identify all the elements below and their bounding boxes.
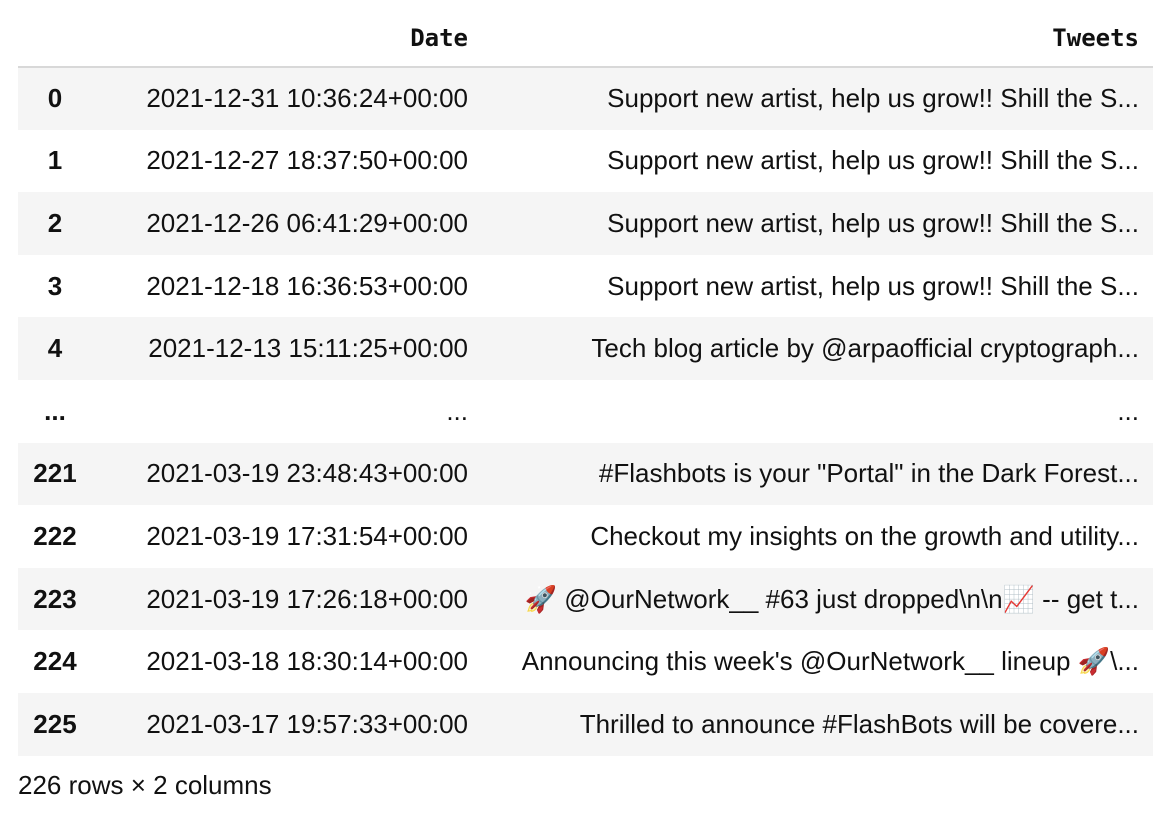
index-header (18, 10, 92, 68)
row-index: 223 (33, 583, 77, 614)
tweet-cell: Support new artist, help us grow!! Shill… (607, 207, 1139, 238)
header-row: Date Tweets (18, 10, 1153, 68)
table-shape-summary: 226 rows × 2 columns (18, 770, 272, 800)
date-cell: ... (446, 395, 468, 426)
table-row: 1 2021-12-27 18:37:50+00:00 Support new … (18, 130, 1153, 193)
tweet-cell: Support new artist, help us grow!! Shill… (607, 145, 1139, 176)
row-index: 222 (33, 520, 77, 551)
date-cell: 2021-12-18 16:36:53+00:00 (146, 270, 468, 301)
tweet-cell: Support new artist, help us grow!! Shill… (607, 270, 1139, 301)
tweet-cell: Support new artist, help us grow!! Shill… (607, 83, 1139, 114)
row-index: 0 (47, 83, 63, 114)
tweet-cell: Thrilled to announce #FlashBots will be … (579, 708, 1139, 739)
tweet-cell: ... (1117, 395, 1139, 426)
ellipsis-row: ... ... ... (18, 380, 1153, 443)
date-cell: 2021-12-31 10:36:24+00:00 (146, 83, 468, 114)
date-cell: 2021-03-17 19:57:33+00:00 (146, 708, 468, 739)
date-cell: 2021-12-27 18:37:50+00:00 (146, 145, 468, 176)
row-index: 224 (33, 646, 77, 677)
table-row: 0 2021-12-31 10:36:24+00:00 Support new … (18, 67, 1153, 130)
table-row: 221 2021-03-19 23:48:43+00:00 #Flashbots… (18, 442, 1153, 506)
tweet-cell: Tech blog article by @arpaofficial crypt… (591, 333, 1139, 364)
row-index: 225 (33, 708, 77, 739)
dataframe-output: Date Tweets 0 2021-12-31 10:36:24+00:00 … (0, 0, 1170, 824)
column-header-tweets: Tweets (482, 10, 1153, 68)
tweet-cell: #Flashbots is your "Portal" in the Dark … (598, 458, 1139, 489)
table-row: 2 2021-12-26 06:41:29+00:00 Support new … (18, 192, 1153, 255)
row-index: 2 (47, 207, 63, 238)
row-index: 221 (33, 458, 77, 489)
row-index: 3 (47, 270, 63, 301)
row-index: ... (44, 395, 66, 426)
tweet-cell: Announcing this week's @OurNetwork__ lin… (521, 646, 1139, 677)
table-row: 223 2021-03-19 17:26:18+00:00 🚀 @OurNetw… (18, 567, 1153, 631)
tweet-cell: 🚀 @OurNetwork__ #63 just dropped\n\n📈 --… (524, 583, 1139, 614)
table-row: 224 2021-03-18 18:30:14+00:00 Announcing… (18, 630, 1153, 693)
dataframe-table: Date Tweets 0 2021-12-31 10:36:24+00:00 … (18, 10, 1153, 756)
tweet-cell: Checkout my insights on the growth and u… (590, 520, 1139, 551)
row-index: 1 (47, 145, 63, 176)
column-header-date: Date (92, 10, 482, 68)
date-cell: 2021-12-13 15:11:25+00:00 (148, 333, 468, 364)
table-row: 222 2021-03-19 17:31:54+00:00 Checkout m… (18, 505, 1153, 568)
date-cell: 2021-03-19 17:31:54+00:00 (146, 520, 468, 551)
date-cell: 2021-03-18 18:30:14+00:00 (146, 646, 468, 677)
date-cell: 2021-03-19 17:26:18+00:00 (146, 583, 468, 614)
row-index: 4 (47, 333, 63, 364)
table-row: 4 2021-12-13 15:11:25+00:00 Tech blog ar… (18, 317, 1153, 380)
date-cell: 2021-12-26 06:41:29+00:00 (146, 207, 468, 238)
date-cell: 2021-03-19 23:48:43+00:00 (146, 458, 468, 489)
table-row: 3 2021-12-18 16:36:53+00:00 Support new … (18, 255, 1153, 318)
table-row: 225 2021-03-17 19:57:33+00:00 Thrilled t… (18, 692, 1153, 756)
